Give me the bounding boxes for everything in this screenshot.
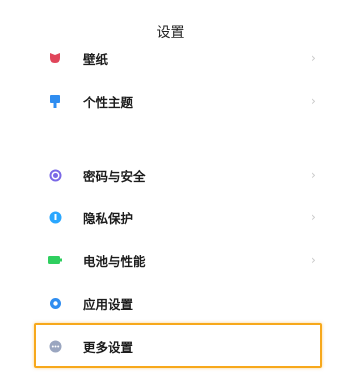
chevron-right-icon: › [311,94,316,108]
settings-item-wallpaper[interactable]: 壁纸 › [0,38,341,78]
settings-item-label: 隐私保护 [83,210,134,226]
settings-item-label: 壁纸 [83,51,109,67]
app-settings-icon [48,296,62,310]
settings-item-label: 个性主题 [83,94,134,110]
settings-item-battery[interactable]: 电池与性能 › [0,240,341,280]
chevron-right-icon: › [311,210,316,224]
wallpaper-icon [48,51,62,65]
settings-item-label: 应用设置 [83,296,134,312]
settings-item-security[interactable]: 密码与安全 › [0,155,341,195]
chevron-right-icon: › [311,253,316,267]
settings-item-label: 电池与性能 [83,253,146,269]
security-icon [48,168,62,182]
highlight-box [34,323,322,368]
privacy-icon [48,210,62,224]
chevron-right-icon: › [311,168,316,182]
settings-item-app-settings[interactable]: 应用设置 [0,283,341,323]
settings-item-label: 密码与安全 [83,168,146,184]
settings-item-privacy[interactable]: 隐私保护 › [0,197,341,237]
battery-icon [48,253,62,267]
settings-item-theme[interactable]: 个性主题 › [0,81,341,121]
theme-icon [48,94,62,108]
chevron-right-icon: › [311,51,316,65]
